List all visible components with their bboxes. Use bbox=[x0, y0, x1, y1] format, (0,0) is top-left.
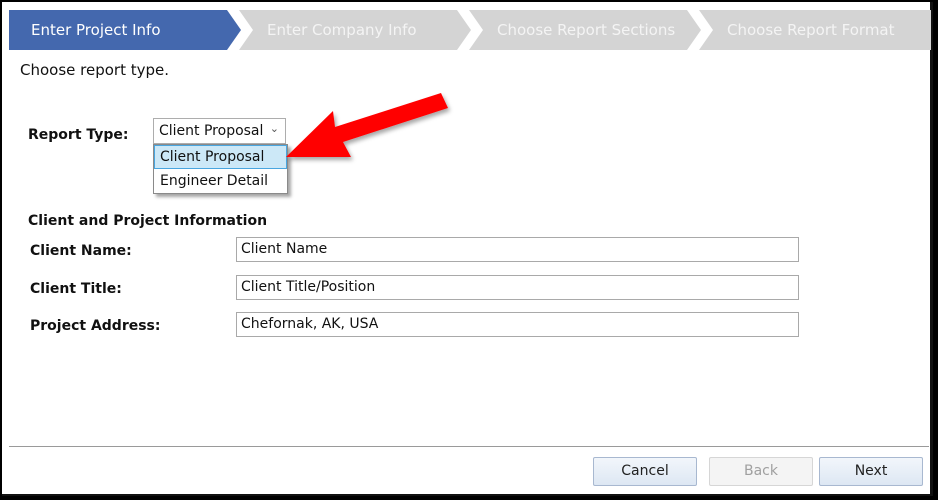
report-wizard-window: Enter Project Info Enter Company Info Ch… bbox=[2, 2, 933, 496]
client-name-input[interactable]: Client Name bbox=[236, 237, 799, 262]
step-enter-company-info[interactable]: Enter Company Info bbox=[239, 10, 471, 50]
option-engineer-detail[interactable]: Engineer Detail bbox=[154, 169, 287, 193]
client-section-heading: Client and Project Information bbox=[28, 213, 268, 229]
instruction-text: Choose report type. bbox=[20, 61, 170, 79]
report-type-combobox[interactable]: Client Proposal ⌄ bbox=[153, 118, 286, 144]
report-type-selected-value: Client Proposal bbox=[159, 123, 264, 139]
report-type-dropdown-list: Client Proposal Engineer Detail bbox=[153, 144, 288, 194]
step-choose-report-sections[interactable]: Choose Report Sections bbox=[469, 10, 701, 50]
footer-divider bbox=[9, 446, 929, 447]
chevron-down-icon[interactable]: ⌄ bbox=[270, 117, 279, 141]
back-button: Back bbox=[709, 457, 813, 486]
option-client-proposal[interactable]: Client Proposal bbox=[154, 145, 287, 169]
wizard-steps: Enter Project Info Enter Company Info Ch… bbox=[9, 10, 931, 50]
step-enter-project-info[interactable]: Enter Project Info bbox=[9, 10, 241, 50]
report-type-label: Report Type: bbox=[28, 127, 129, 143]
client-title-input[interactable]: Client Title/Position bbox=[236, 275, 799, 300]
client-title-label: Client Title: bbox=[30, 281, 122, 297]
client-name-label: Client Name: bbox=[30, 243, 132, 259]
project-address-label: Project Address: bbox=[30, 318, 161, 334]
project-address-input[interactable]: Chefornak, AK, USA bbox=[236, 312, 799, 337]
cancel-button[interactable]: Cancel bbox=[593, 457, 697, 486]
next-button[interactable]: Next bbox=[819, 457, 923, 486]
step-choose-report-format[interactable]: Choose Report Format bbox=[699, 10, 931, 50]
